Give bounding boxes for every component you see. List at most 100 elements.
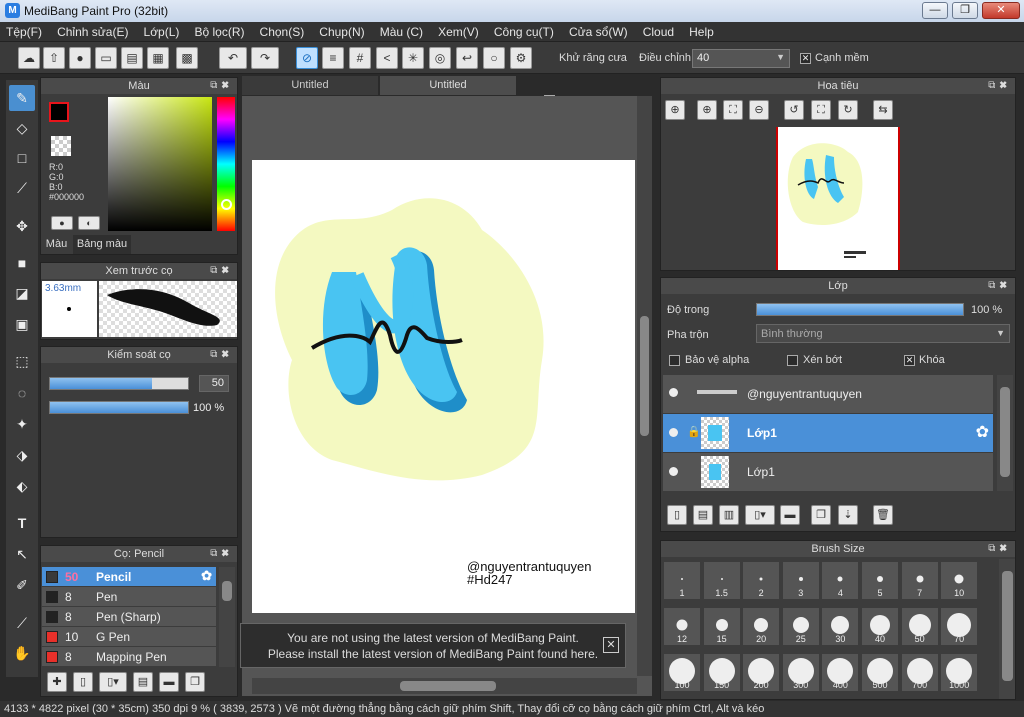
layer-row-lop1[interactable]: Lớp1 xyxy=(663,453,993,491)
palette-add-icon[interactable]: ● xyxy=(51,216,73,230)
brush-item-pen[interactable]: 8 Pen xyxy=(42,587,216,606)
dot-tool-icon[interactable]: □ xyxy=(9,145,35,171)
layer-row-text[interactable]: @nguyentrantuquyen xyxy=(663,375,993,413)
brush-size-preset[interactable]: 30 xyxy=(821,607,860,646)
lock-checkbox[interactable]: ✕ xyxy=(904,355,915,366)
folder-icon[interactable]: ▬ xyxy=(159,672,179,692)
brush-size-preset[interactable]: 20 xyxy=(742,607,781,646)
lasso-tool-icon[interactable]: ◌ xyxy=(9,380,35,406)
tab-untitled-1[interactable]: Untitled xyxy=(242,76,378,95)
brush-tool-icon[interactable]: ✎ xyxy=(9,85,35,111)
fill-rect-tool-icon[interactable]: ■ xyxy=(9,250,35,276)
brush-settings-icon[interactable]: ▤ xyxy=(133,672,153,692)
canvas-hscroll-thumb[interactable] xyxy=(400,681,496,691)
cloud-icon[interactable]: ☁ xyxy=(18,47,40,69)
zoom-fit-icon[interactable]: ⊕ xyxy=(665,100,685,120)
menu-help[interactable]: Help xyxy=(683,22,720,39)
brush-size-preset[interactable]: 50 xyxy=(900,607,939,646)
bucket-tool-icon[interactable]: ◪ xyxy=(9,280,35,306)
protect-alpha-checkbox[interactable] xyxy=(669,355,680,366)
rotate-right-icon[interactable]: ↻ xyxy=(838,100,858,120)
canvas-vertical-scrollbar[interactable] xyxy=(637,96,652,676)
brush-size-scrollbar[interactable] xyxy=(999,559,1015,699)
brush-list-scroll-thumb[interactable] xyxy=(222,581,232,601)
brush-size-preset[interactable]: 10 xyxy=(940,561,979,600)
blur-tool-icon[interactable]: ⟋ xyxy=(9,175,35,201)
brush-size-preset[interactable]: 4 xyxy=(821,561,860,600)
document-canvas[interactable]: @nguyentrantuquyen #Hd247 xyxy=(252,160,635,613)
brush-size-preset[interactable]: 150 xyxy=(702,653,741,692)
brush-size-preset[interactable]: 5 xyxy=(861,561,899,600)
layer-opacity-slider[interactable] xyxy=(756,303,964,316)
visibility-eye-icon[interactable] xyxy=(669,428,678,437)
minimize-button[interactable]: — xyxy=(922,2,948,19)
brush-size-preset[interactable]: 2 xyxy=(742,561,781,600)
blend-mode-select[interactable]: Bình thường ▼ xyxy=(756,324,1010,343)
visibility-eye-icon[interactable] xyxy=(669,467,678,476)
brush-size-preset[interactable]: 25 xyxy=(781,607,820,646)
page-icon[interactable]: ▤ xyxy=(121,47,143,69)
magic-wand-icon[interactable]: ✦ xyxy=(9,411,35,437)
copy-brush-icon[interactable]: ▯▾ xyxy=(99,672,127,692)
brush-size-preset[interactable]: 1 xyxy=(663,561,701,600)
gradient-tool-icon[interactable]: ▣ xyxy=(9,311,35,337)
foreground-color-swatch[interactable] xyxy=(49,102,69,122)
layer-row-lop1-selected[interactable]: 🔒 Lớp1 ✿ xyxy=(663,414,993,452)
grid-icon[interactable]: ▩ xyxy=(176,47,198,69)
menu-window[interactable]: Cửa sổ(W) xyxy=(563,22,634,39)
curve-snap-icon[interactable]: ↩ xyxy=(456,47,478,69)
brush-list-scrollbar[interactable] xyxy=(219,567,235,667)
brush-size-preset[interactable]: 70 xyxy=(940,607,979,646)
panel-controls-icon[interactable]: ⧉✖ xyxy=(988,541,1011,557)
settings-gear-icon[interactable]: ⚙ xyxy=(510,47,532,69)
eyedropper-icon[interactable]: ⟋ xyxy=(9,610,35,636)
brush-size-scroll-thumb[interactable] xyxy=(1002,571,1013,681)
operation-tool-icon[interactable]: ↖ xyxy=(9,541,35,567)
vanish-snap-icon[interactable]: < xyxy=(376,47,398,69)
hue-slider[interactable] xyxy=(217,97,235,231)
update-notice[interactable]: You are not using the latest version of … xyxy=(240,623,626,668)
canvas-vscroll-thumb[interactable] xyxy=(640,316,649,436)
brush-size-preset[interactable]: 1.5 xyxy=(702,561,741,600)
parallel-snap-icon[interactable]: ≡ xyxy=(322,47,344,69)
fit-window-icon[interactable]: ⛶ xyxy=(811,100,831,120)
menu-layer[interactable]: Lớp(L) xyxy=(138,22,186,39)
close-window-button[interactable]: ✕ xyxy=(982,2,1020,19)
brush-size-preset[interactable]: 500 xyxy=(861,653,899,692)
brush-size-preset[interactable]: 400 xyxy=(821,653,860,692)
upload-icon[interactable]: ⇧ xyxy=(43,47,65,69)
menu-file[interactable]: Tệp(F) xyxy=(0,22,48,39)
tab-palette[interactable]: Bảng màu xyxy=(73,235,131,254)
restore-button[interactable]: ❐ xyxy=(952,2,978,19)
concentric-snap-icon[interactable]: ◎ xyxy=(429,47,451,69)
correction-select[interactable]: 40 ▼ xyxy=(692,49,790,68)
undo-icon[interactable]: ↶ xyxy=(219,47,247,69)
brush-size-value[interactable]: 50 xyxy=(199,375,229,392)
merge-down-icon[interactable]: ⇣ xyxy=(838,505,858,525)
brush-size-preset[interactable]: 7 xyxy=(900,561,939,600)
brush-size-preset[interactable]: 700 xyxy=(900,653,939,692)
tab-untitled-2[interactable]: Untitled xyxy=(380,76,516,95)
panel-controls-icon[interactable]: ⧉✖ xyxy=(988,278,1011,294)
select-eraser-icon[interactable]: ⬖ xyxy=(9,473,35,499)
layer-folder-icon[interactable]: ▬ xyxy=(780,505,800,525)
canvas-horizontal-scrollbar[interactable] xyxy=(252,678,637,694)
menu-select[interactable]: Chọn(S) xyxy=(254,22,311,39)
menu-edit[interactable]: Chỉnh sửa(E) xyxy=(51,22,134,39)
saturation-value-picker[interactable] xyxy=(108,97,212,231)
new-layer-icon[interactable]: ▯ xyxy=(667,505,687,525)
radial-snap-icon[interactable]: ✳ xyxy=(402,47,424,69)
soft-edge-checkbox[interactable]: ✕ xyxy=(800,53,811,64)
tab-color[interactable]: Màu xyxy=(41,235,72,254)
menu-filter[interactable]: Bộ lọc(R) xyxy=(188,22,250,39)
select-pen-icon[interactable]: ⬗ xyxy=(9,442,35,468)
brush-item-mapping-pen[interactable]: 8 Mapping Pen xyxy=(42,647,216,666)
brush-size-preset[interactable]: 300 xyxy=(781,653,820,692)
hue-handle[interactable] xyxy=(221,199,232,210)
select-tool-icon[interactable]: ⬚ xyxy=(9,348,35,374)
document-icon[interactable]: ▦ xyxy=(147,47,169,69)
menu-tools[interactable]: Công cụ(T) xyxy=(488,22,560,39)
brush-item-g-pen[interactable]: 10 G Pen xyxy=(42,627,216,646)
layer-scroll-thumb[interactable] xyxy=(1000,387,1010,477)
panel-controls-icon[interactable]: ⧉✖ xyxy=(210,263,233,279)
